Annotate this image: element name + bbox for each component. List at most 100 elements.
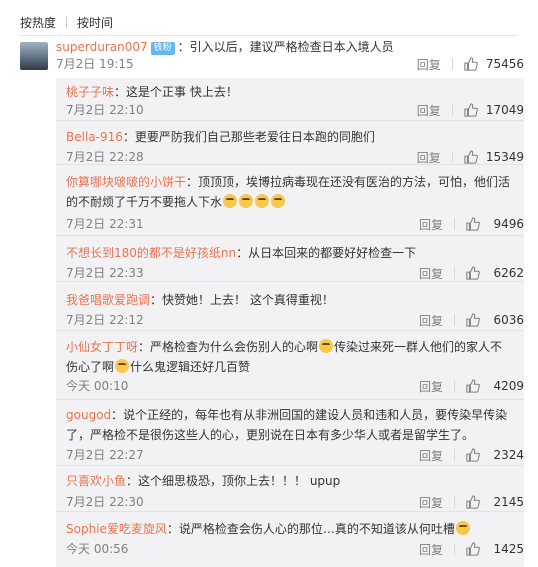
fan-badge: 铁粉: [150, 42, 175, 55]
emoji-icon: [455, 521, 470, 535]
thumbs-up-icon: [466, 379, 480, 393]
main-comment-text: superduran007 铁粉 ：引入以后，建议严格检查日本入境人员: [56, 38, 526, 56]
like-button[interactable]: 2324: [466, 448, 524, 462]
reply-actions: 回复 17049: [411, 102, 524, 118]
reply-button[interactable]: 回复: [413, 494, 443, 511]
reply-username[interactable]: Bella-916: [66, 130, 123, 144]
list-item: 你算哪块啵啵的小饼干：顶顶顶，埃博拉病毒现在还没有医治的方法，可怕，他们活的不耐…: [56, 165, 524, 236]
emoji-icon: [223, 194, 238, 208]
avatar[interactable]: [20, 42, 48, 70]
reply-button[interactable]: 回复: [411, 56, 441, 73]
list-item: 桃子子味：这是个正事 快上去！ 7月2日 22:10 回复 17049: [56, 78, 524, 121]
thumbs-up-icon: [466, 266, 480, 280]
action-divider: [451, 151, 453, 163]
list-item: gougod：说个正经的，每年也有从非洲回国的建设人员和违和人员，要传染早传染了…: [56, 400, 524, 466]
reply-time: 7月2日 22:30: [66, 495, 144, 509]
emoji-icon: [271, 194, 286, 208]
like-button[interactable]: 9496: [466, 217, 524, 231]
like-count: 2324: [493, 448, 524, 462]
reply-text: ：快赞她！上去！ 这个真得重视！: [150, 293, 334, 307]
thumbs-up-icon: [464, 150, 478, 164]
list-item: Sophie爱吃麦旋风：说严格检查会伤人心的那位…真的不知道该从何吐槽 今天 0…: [56, 512, 524, 567]
like-count: 15349: [485, 150, 524, 164]
reply-time: 今天 00:56: [66, 542, 129, 556]
emoji-icon: [239, 194, 254, 208]
action-divider: [451, 58, 453, 70]
like-button[interactable]: 1425: [466, 542, 524, 556]
reply-username[interactable]: 不想长到180的都不是好孩纸nn: [66, 246, 236, 260]
comment-time: 7月2日 19:15: [56, 57, 134, 71]
like-count: 2145: [493, 495, 524, 509]
sort-by-time[interactable]: 按时间: [77, 14, 113, 31]
reply-actions: 回复 15349: [411, 149, 524, 165]
reply-text: ：说严格检查会伤人心的那位…真的不知道该从何吐槽: [166, 522, 455, 536]
like-button[interactable]: 4209: [466, 379, 524, 393]
reply-username[interactable]: gougod: [66, 408, 111, 422]
reply-username[interactable]: 只喜欢小鱼: [66, 474, 126, 488]
reply-username[interactable]: 你算哪块啵啵的小饼干: [66, 175, 186, 189]
reply-button[interactable]: 回复: [413, 447, 443, 464]
like-button[interactable]: 15349: [464, 150, 524, 164]
list-item: 只喜欢小鱼：这个细思极恐，顶你上去！！！ upup 7月2日 22:30 回复 …: [56, 466, 524, 512]
emoji-icon: [255, 194, 270, 208]
reply-text: ：更要严防我们自己那些老爱往日本跑的同胞们: [122, 130, 375, 144]
like-count: 4209: [493, 379, 524, 393]
action-divider: [454, 218, 455, 230]
comment-actions: 回复 75456: [411, 56, 524, 72]
reply-time: 7月2日 22:12: [66, 313, 144, 327]
reply-text: ：这是个正事 快上去！: [114, 85, 238, 99]
reply-button[interactable]: 回复: [413, 378, 443, 395]
reply-actions: 回复 2145: [413, 494, 524, 510]
like-button[interactable]: 75456: [464, 57, 524, 71]
reply-actions: 回复 6036: [413, 312, 524, 328]
reply-text: ：从日本回来的都要好好检查一下: [236, 246, 417, 260]
reply-username[interactable]: 桃子子味: [66, 85, 114, 99]
thumbs-up-icon: [466, 313, 480, 327]
reply-time: 7月2日 22:10: [66, 103, 144, 117]
comment-username[interactable]: superduran007: [56, 40, 148, 54]
thumbs-up-icon: [464, 57, 478, 71]
reply-button[interactable]: 回复: [411, 149, 441, 166]
thumbs-up-icon: [466, 542, 480, 556]
reply-actions: 回复 1425: [413, 541, 524, 557]
reply-time: 今天 00:10: [66, 379, 129, 393]
list-item: 小仙女丁丁呀：严格检查为什么会伤别人的心啊 传染过来死一群人他们的家人不伤心了啊什…: [56, 331, 524, 400]
reply-time: 7月2日 22:31: [66, 217, 144, 231]
emoji-icon: [319, 339, 334, 353]
reply-username[interactable]: 小仙女丁丁呀: [66, 340, 138, 354]
action-divider: [454, 380, 455, 392]
reply-time: 7月2日 22:33: [66, 266, 144, 280]
reply-button[interactable]: 回复: [411, 102, 441, 119]
reply-text: ：说个正经的，每年也有从非洲回国的建设人员和违和人员，要传染早传染了，严格检不是…: [66, 408, 508, 442]
reply-actions: 回复 4209: [413, 378, 524, 394]
action-divider: [454, 449, 455, 461]
reply-actions: 回复 6262: [413, 265, 524, 281]
thumbs-up-icon: [466, 217, 480, 231]
reply-button[interactable]: 回复: [413, 541, 443, 558]
like-count: 6036: [493, 313, 524, 327]
reply-actions: 回复 2324: [413, 447, 524, 463]
list-item: 我爸唱歌爱跑调：快赞她！上去！ 这个真得重视！ 7月2日 22:12 回复 60…: [56, 282, 524, 331]
like-count: 9496: [493, 217, 524, 231]
reply-button[interactable]: 回复: [413, 265, 443, 282]
sort-by-hot[interactable]: 按热度: [20, 14, 56, 31]
divider: [20, 35, 518, 36]
like-button[interactable]: 6262: [466, 266, 524, 280]
like-button[interactable]: 2145: [466, 495, 524, 509]
reply-button[interactable]: 回复: [413, 312, 443, 329]
action-divider: [454, 496, 455, 508]
reply-username[interactable]: Sophie爱吃麦旋风: [66, 522, 167, 536]
reply-username[interactable]: 我爸唱歌爱跑调: [66, 293, 150, 307]
list-item: Bella-916：更要严防我们自己那些老爱往日本跑的同胞们 7月2日 22:2…: [56, 121, 524, 165]
thumbs-up-icon: [464, 103, 478, 117]
like-button[interactable]: 6036: [466, 313, 524, 327]
action-divider: [451, 104, 453, 116]
reply-time: 7月2日 22:27: [66, 448, 144, 462]
like-button[interactable]: 17049: [464, 103, 524, 117]
reply-button[interactable]: 回复: [413, 216, 443, 233]
sort-divider: [66, 16, 68, 28]
action-divider: [454, 314, 455, 326]
comment-section: 按热度 按时间 superduran007 铁粉 ：引入以后，建议严格检查日本入境人…: [0, 0, 538, 567]
like-count: 6262: [493, 266, 524, 280]
sort-bar: 按热度 按时间: [20, 12, 113, 32]
